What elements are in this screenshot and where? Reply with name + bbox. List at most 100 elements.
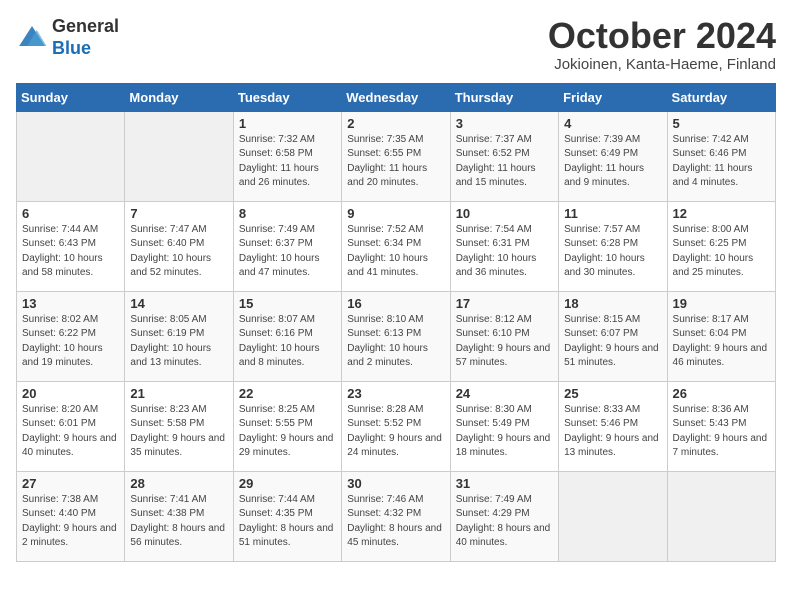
day-number: 30	[347, 476, 444, 491]
day-info: Sunrise: 8:33 AMSunset: 5:46 PMDaylight:…	[564, 403, 661, 461]
day-info: Sunrise: 8:12 AMSunset: 6:10 PMDaylight:…	[456, 313, 553, 371]
day-info: Sunrise: 7:49 AMSunset: 6:37 PMDaylight:…	[239, 223, 336, 281]
calendar-table: SundayMondayTuesdayWednesdayThursdayFrid…	[16, 83, 776, 562]
day-number: 29	[239, 476, 336, 491]
logo-general-text: General	[52, 16, 119, 38]
weekday-header-row: SundayMondayTuesdayWednesdayThursdayFrid…	[17, 83, 776, 111]
weekday-header-monday: Monday	[125, 83, 233, 111]
calendar-cell: 5 Sunrise: 7:42 AMSunset: 6:46 PMDaylight…	[667, 111, 775, 201]
calendar-cell: 31 Sunrise: 7:49 AMSunset: 4:29 PMDayligh…	[450, 471, 558, 561]
calendar-body: 1Sunrise: 7:32 AMSunset: 6:58 PMDaylight…	[17, 111, 776, 561]
calendar-cell: 19Sunrise: 8:17 AMSunset: 6:04 PMDayligh…	[667, 291, 775, 381]
calendar-cell: 23 Sunrise: 8:28 AMSunset: 5:52 PMDayligh…	[342, 381, 450, 471]
calendar-cell: 4 Sunrise: 7:39 AMSunset: 6:49 PMDaylight…	[559, 111, 667, 201]
day-info: Sunrise: 8:07 AMSunset: 6:16 PMDaylight:…	[239, 313, 336, 371]
day-info: Sunrise: 7:39 AMSunset: 6:49 PMDaylight:…	[564, 133, 661, 191]
calendar-cell: 21 Sunrise: 8:23 AMSunset: 5:58 PMDayligh…	[125, 381, 233, 471]
day-info: Sunrise: 7:35 AMSunset: 6:55 PMDaylight:…	[347, 133, 444, 191]
day-number: 21	[130, 386, 227, 401]
weekday-header-saturday: Saturday	[667, 83, 775, 111]
day-number: 23	[347, 386, 444, 401]
calendar-cell: 8Sunrise: 7:49 AMSunset: 6:37 PMDaylight…	[233, 201, 341, 291]
calendar-cell: 16 Sunrise: 8:10 AMSunset: 6:13 PMDayligh…	[342, 291, 450, 381]
day-info: Sunrise: 8:02 AMSunset: 6:22 PMDaylight:…	[22, 313, 119, 371]
calendar-week-5: 27 Sunrise: 7:38 AMSunset: 4:40 PMDayligh…	[17, 471, 776, 561]
day-number: 4	[564, 116, 661, 131]
day-number: 12	[673, 206, 770, 221]
day-info: Sunrise: 8:36 AMSunset: 5:43 PMDaylight:…	[673, 403, 770, 461]
day-number: 18	[564, 296, 661, 311]
day-number: 7	[130, 206, 227, 221]
day-number: 11	[564, 206, 661, 221]
day-info: Sunrise: 7:57 AMSunset: 6:28 PMDaylight:…	[564, 223, 661, 281]
day-number: 17	[456, 296, 553, 311]
day-info: Sunrise: 8:20 AMSunset: 6:01 PMDaylight:…	[22, 403, 119, 461]
calendar-cell: 22 Sunrise: 8:25 AMSunset: 5:55 PMDayligh…	[233, 381, 341, 471]
calendar-cell: 7 Sunrise: 7:47 AMSunset: 6:40 PMDaylight…	[125, 201, 233, 291]
day-info: Sunrise: 7:44 AMSunset: 6:43 PMDaylight:…	[22, 223, 119, 281]
calendar-cell: 14Sunrise: 8:05 AMSunset: 6:19 PMDayligh…	[125, 291, 233, 381]
calendar-week-2: 6 Sunrise: 7:44 AMSunset: 6:43 PMDaylight…	[17, 201, 776, 291]
logo-text: General Blue	[52, 16, 119, 59]
calendar-cell: 30 Sunrise: 7:46 AMSunset: 4:32 PMDayligh…	[342, 471, 450, 561]
calendar-cell	[17, 111, 125, 201]
month-title: October 2024	[548, 16, 776, 56]
day-number: 22	[239, 386, 336, 401]
day-number: 28	[130, 476, 227, 491]
calendar-cell: 26 Sunrise: 8:36 AMSunset: 5:43 PMDayligh…	[667, 381, 775, 471]
day-info: Sunrise: 8:30 AMSunset: 5:49 PMDaylight:…	[456, 403, 553, 461]
calendar-cell: 1Sunrise: 7:32 AMSunset: 6:58 PMDaylight…	[233, 111, 341, 201]
logo-icon	[16, 22, 48, 54]
day-number: 10	[456, 206, 553, 221]
day-info: Sunrise: 8:25 AMSunset: 5:55 PMDaylight:…	[239, 403, 336, 461]
calendar-cell	[125, 111, 233, 201]
location-text: Jokioinen, Kanta-Haeme, Finland	[548, 56, 776, 73]
calendar-cell: 29 Sunrise: 7:44 AMSunset: 4:35 PMDayligh…	[233, 471, 341, 561]
day-info: Sunrise: 7:47 AMSunset: 6:40 PMDaylight:…	[130, 223, 227, 281]
day-number: 2	[347, 116, 444, 131]
calendar-cell: 12 Sunrise: 8:00 AMSunset: 6:25 PMDayligh…	[667, 201, 775, 291]
day-info: Sunrise: 8:15 AMSunset: 6:07 PMDaylight:…	[564, 313, 661, 371]
calendar-cell: 27 Sunrise: 7:38 AMSunset: 4:40 PMDayligh…	[17, 471, 125, 561]
weekday-header-wednesday: Wednesday	[342, 83, 450, 111]
day-info: Sunrise: 7:46 AMSunset: 4:32 PMDaylight:…	[347, 493, 444, 551]
day-info: Sunrise: 8:10 AMSunset: 6:13 PMDaylight:…	[347, 313, 444, 371]
weekday-header-thursday: Thursday	[450, 83, 558, 111]
day-info: Sunrise: 7:52 AMSunset: 6:34 PMDaylight:…	[347, 223, 444, 281]
day-info: Sunrise: 7:42 AMSunset: 6:46 PMDaylight:…	[673, 133, 770, 191]
day-info: Sunrise: 7:38 AMSunset: 4:40 PMDaylight:…	[22, 493, 119, 551]
day-number: 13	[22, 296, 119, 311]
day-number: 5	[673, 116, 770, 131]
calendar-cell: 6 Sunrise: 7:44 AMSunset: 6:43 PMDaylight…	[17, 201, 125, 291]
weekday-header-friday: Friday	[559, 83, 667, 111]
day-info: Sunrise: 8:17 AMSunset: 6:04 PMDaylight:…	[673, 313, 770, 371]
day-info: Sunrise: 7:54 AMSunset: 6:31 PMDaylight:…	[456, 223, 553, 281]
calendar-week-4: 20 Sunrise: 8:20 AMSunset: 6:01 PMDayligh…	[17, 381, 776, 471]
weekday-header-tuesday: Tuesday	[233, 83, 341, 111]
day-number: 9	[347, 206, 444, 221]
day-info: Sunrise: 7:44 AMSunset: 4:35 PMDaylight:…	[239, 493, 336, 551]
day-info: Sunrise: 8:00 AMSunset: 6:25 PMDaylight:…	[673, 223, 770, 281]
logo: General Blue	[16, 16, 119, 59]
day-number: 27	[22, 476, 119, 491]
day-number: 26	[673, 386, 770, 401]
calendar-week-1: 1Sunrise: 7:32 AMSunset: 6:58 PMDaylight…	[17, 111, 776, 201]
calendar-cell	[559, 471, 667, 561]
calendar-cell: 25Sunrise: 8:33 AMSunset: 5:46 PMDayligh…	[559, 381, 667, 471]
day-info: Sunrise: 7:49 AMSunset: 4:29 PMDaylight:…	[456, 493, 553, 551]
title-block: October 2024 Jokioinen, Kanta-Haeme, Fin…	[548, 16, 776, 73]
calendar-week-3: 13 Sunrise: 8:02 AMSunset: 6:22 PMDayligh…	[17, 291, 776, 381]
day-info: Sunrise: 8:23 AMSunset: 5:58 PMDaylight:…	[130, 403, 227, 461]
day-number: 20	[22, 386, 119, 401]
calendar-cell: 20 Sunrise: 8:20 AMSunset: 6:01 PMDayligh…	[17, 381, 125, 471]
calendar-cell: 2 Sunrise: 7:35 AMSunset: 6:55 PMDaylight…	[342, 111, 450, 201]
day-number: 15	[239, 296, 336, 311]
day-info: Sunrise: 8:28 AMSunset: 5:52 PMDaylight:…	[347, 403, 444, 461]
calendar-header: SundayMondayTuesdayWednesdayThursdayFrid…	[17, 83, 776, 111]
weekday-header-sunday: Sunday	[17, 83, 125, 111]
page-header: General Blue October 2024 Jokioinen, Kan…	[16, 16, 776, 73]
day-number: 6	[22, 206, 119, 221]
calendar-cell: 18 Sunrise: 8:15 AMSunset: 6:07 PMDayligh…	[559, 291, 667, 381]
day-number: 16	[347, 296, 444, 311]
day-number: 31	[456, 476, 553, 491]
